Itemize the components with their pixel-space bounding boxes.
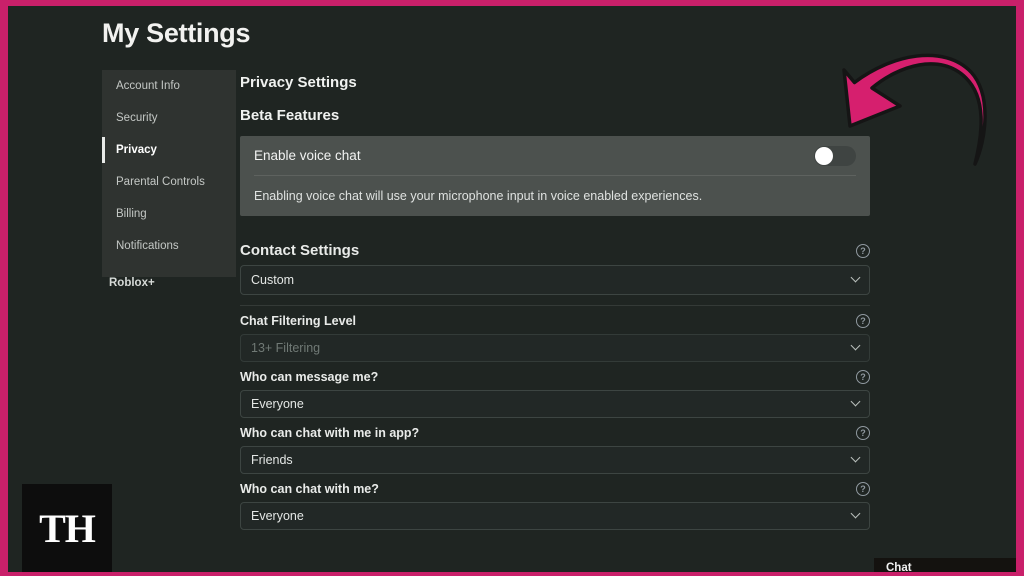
sidebar-item-billing[interactable]: Billing	[102, 198, 236, 230]
question-mark-circle-icon[interactable]: ?	[856, 243, 870, 258]
question-mark-circle-icon[interactable]: ?	[856, 314, 870, 328]
beta-features-card: Enable voice chat Enabling voice chat wi…	[240, 136, 870, 216]
field-chat-filtering-level: Chat Filtering Level ? 13+ Filtering	[240, 314, 880, 362]
sidebar-item-label: Billing	[116, 208, 147, 220]
settings-page: My Settings Account Info Security Privac…	[8, 6, 1016, 572]
field-who-can-message-me: Who can message me? ? Everyone	[240, 370, 880, 418]
sidebar-item-roblox-plus[interactable]: Roblox+	[102, 272, 236, 294]
field-who-can-chat-in-app: Who can chat with me in app? ? Friends	[240, 426, 880, 474]
chat-filtering-level-select: 13+ Filtering	[240, 334, 870, 362]
sidebar-item-label: Notifications	[116, 240, 179, 252]
contact-settings-select-value: Custom	[251, 273, 295, 287]
page-title: My Settings	[102, 18, 251, 48]
field-label: Chat Filtering Level	[240, 314, 356, 328]
contact-settings-heading: Contact Settings	[240, 242, 360, 259]
section-divider	[240, 305, 870, 306]
select-value: Everyone	[251, 509, 304, 523]
field-header: Who can message me? ?	[240, 370, 870, 384]
sidebar-item-label: Security	[116, 112, 158, 124]
voice-chat-toggle[interactable]	[814, 145, 856, 166]
sidebar-item-notifications[interactable]: Notifications	[102, 230, 236, 262]
beta-features-heading: Beta Features	[240, 107, 340, 124]
voice-chat-description: Enabling voice chat will use your microp…	[254, 189, 703, 203]
contact-settings-block: Contact Settings ? Custom Chat Filtering…	[240, 242, 880, 530]
settings-sidebar: Account Info Security Privacy Parental C…	[102, 70, 236, 277]
sidebar-item-security[interactable]: Security	[102, 102, 236, 134]
select-value: 13+ Filtering	[251, 341, 321, 355]
toggle-knob	[815, 146, 833, 165]
sidebar-item-label: Account Info	[116, 80, 180, 92]
sidebar-item-label: Privacy	[116, 144, 157, 156]
sidebar-item-label: Parental Controls	[116, 176, 205, 188]
question-mark-circle-icon[interactable]: ?	[856, 370, 870, 384]
field-header: Who can chat with me in app? ?	[240, 426, 870, 440]
field-label: Who can message me?	[240, 370, 379, 384]
question-mark-circle-icon[interactable]: ?	[856, 426, 870, 440]
sidebar-item-parental-controls[interactable]: Parental Controls	[102, 166, 236, 198]
chevron-down-icon	[850, 508, 861, 519]
chevron-down-icon	[850, 340, 861, 351]
screenshot-frame: My Settings Account Info Security Privac…	[0, 0, 1024, 576]
field-header: Who can chat with me? ?	[240, 482, 870, 496]
watermark-logo: TH	[22, 484, 112, 572]
voice-chat-label: Enable voice chat	[254, 148, 361, 163]
chevron-down-icon	[850, 452, 861, 463]
main-content: Privacy Settings Beta Features Enable vo…	[240, 70, 880, 530]
field-label: Who can chat with me?	[240, 482, 379, 496]
field-label: Who can chat with me in app?	[240, 426, 420, 440]
sidebar-item-privacy[interactable]: Privacy	[102, 134, 236, 166]
select-value: Friends	[251, 453, 293, 467]
who-can-chat-in-app-select[interactable]: Friends	[240, 446, 870, 474]
privacy-settings-heading: Privacy Settings	[240, 74, 357, 91]
field-who-can-chat-with-me: Who can chat with me? ? Everyone	[240, 482, 880, 530]
select-value: Everyone	[251, 397, 304, 411]
contact-settings-header: Contact Settings ?	[240, 242, 870, 259]
question-mark-circle-icon[interactable]: ?	[856, 482, 870, 496]
field-header: Chat Filtering Level ?	[240, 314, 870, 328]
sidebar-item-label: Roblox+	[109, 277, 155, 289]
voice-chat-row: Enable voice chat	[254, 136, 856, 176]
watermark-text: TH	[39, 505, 96, 551]
who-can-message-me-select[interactable]: Everyone	[240, 390, 870, 418]
contact-settings-select[interactable]: Custom	[240, 265, 870, 295]
who-can-chat-with-me-select[interactable]: Everyone	[240, 502, 870, 530]
chat-widget-label: Chat	[886, 562, 912, 572]
sidebar-item-account-info[interactable]: Account Info	[102, 70, 236, 102]
chat-widget[interactable]: Chat	[874, 558, 1016, 572]
chevron-down-icon	[850, 396, 861, 407]
chevron-down-icon	[850, 272, 861, 283]
